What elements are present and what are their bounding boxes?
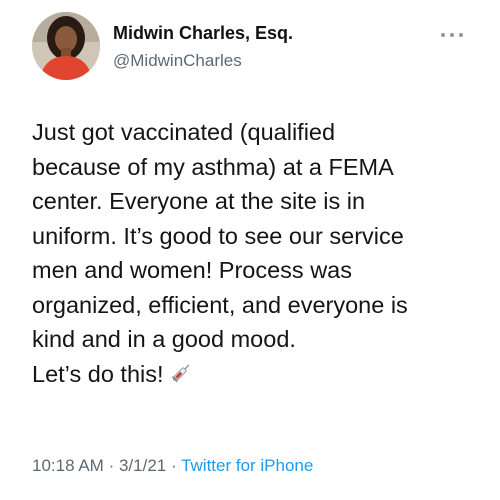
more-dot xyxy=(450,33,454,37)
tweet-time[interactable]: 10:18 AM xyxy=(32,456,104,475)
syringe-icon xyxy=(170,359,194,394)
author-handle[interactable]: @MidwinCharles xyxy=(113,51,242,71)
meta-separator: · xyxy=(170,456,177,475)
tweet-last-line: Let’s do this! xyxy=(32,357,472,394)
more-dot xyxy=(441,33,445,37)
tweet-line: Let’s do this! xyxy=(32,360,164,387)
more-dot xyxy=(459,33,463,37)
author-name[interactable]: Midwin Charles, Esq. xyxy=(113,23,293,44)
tweet-date[interactable]: 3/1/21 xyxy=(119,456,166,475)
tweet-line: center. Everyone at the site is in xyxy=(32,188,366,214)
tweet-text: Just got vaccinated (qualified because o… xyxy=(32,115,472,393)
tweet-card: Midwin Charles, Esq. @MidwinCharles Just… xyxy=(0,0,500,500)
tweet-line: organized, efficient, and everyone is xyxy=(32,291,408,318)
meta-separator: · xyxy=(108,456,115,475)
tweet-line: kind and in a good mood. xyxy=(32,326,296,352)
more-options-icon[interactable] xyxy=(441,29,463,41)
avatar[interactable] xyxy=(32,12,100,80)
tweet-line: Just got vaccinated (qualified xyxy=(32,119,336,145)
tweet-source-link[interactable]: Twitter for iPhone xyxy=(181,456,313,475)
tweet-line: uniform. It’s good to see our service xyxy=(32,222,404,249)
tweet-line: because of my asthma) at a FEMA xyxy=(32,153,394,180)
avatar-photo xyxy=(32,12,100,80)
tweet-meta: 10:18 AM · 3/1/21 · Twitter for iPhone xyxy=(32,456,313,476)
tweet-line: men and women! Process was xyxy=(32,257,353,283)
